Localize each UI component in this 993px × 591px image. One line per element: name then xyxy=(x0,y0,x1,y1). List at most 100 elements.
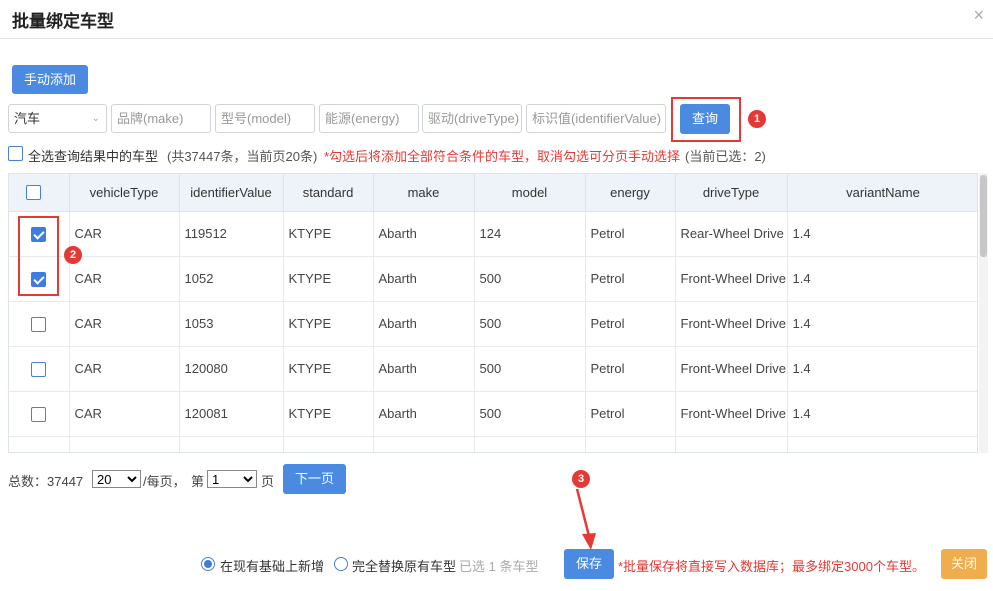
table-cell: 1.4 xyxy=(787,256,977,302)
table-cell xyxy=(179,436,284,452)
table-cell: 1.4 xyxy=(787,391,977,437)
header-cell[interactable]: standard xyxy=(283,174,374,212)
identifier-input[interactable]: 标识值(identifierValue) xyxy=(526,104,666,133)
row-checkbox[interactable] xyxy=(31,406,46,422)
table-cell: Petrol xyxy=(585,211,676,257)
pagination: 总数：37447 20 /每页， 第 1 页 xyxy=(8,463,508,494)
table-row[interactable]: CAR 120080 KTYPE Abarth 500 Petrol Front-Wheel… xyxy=(9,346,977,392)
table-cell xyxy=(373,436,475,452)
table-cell: CAR xyxy=(69,301,180,347)
table-cell: Abarth xyxy=(373,391,475,437)
header-cell[interactable]: energy xyxy=(585,174,676,212)
vehicle-table: vehicleType identifierValue standard mak… xyxy=(8,173,978,453)
chevron-down-icon: ⌄ xyxy=(91,113,100,124)
table-scrollbar[interactable] xyxy=(979,173,988,453)
table-cell: Petrol xyxy=(585,391,676,437)
table-cell: KTYPE xyxy=(283,391,374,437)
checkbox-highlight-box xyxy=(18,216,59,296)
table-cell: Front-Wheel Drive xyxy=(675,301,788,347)
select-all-checkbox[interactable] xyxy=(8,146,23,161)
table-cell: 500 xyxy=(474,256,586,302)
radio-replace[interactable] xyxy=(334,557,348,571)
table-header-row: vehicleType identifierValue standard mak… xyxy=(9,174,977,212)
scroll-thumb[interactable] xyxy=(980,175,987,257)
table-cell: Petrol xyxy=(585,301,676,347)
table-cell: CAR xyxy=(69,346,180,392)
row-checkbox[interactable] xyxy=(31,451,46,452)
radio-append[interactable] xyxy=(201,557,215,571)
row-checkbox-cell xyxy=(9,436,70,452)
table-cell: 1.4 xyxy=(787,346,977,392)
table-row[interactable]: Front-Wheel xyxy=(9,436,977,452)
table-cell: KTYPE xyxy=(283,301,374,347)
step-badge-2: 2 xyxy=(64,246,82,264)
table-cell: Petrol xyxy=(585,256,676,302)
table-cell: CAR xyxy=(69,211,180,257)
table-cell: KTYPE xyxy=(283,211,374,257)
result-summary: (共37447条，当前页20条) xyxy=(167,149,318,164)
row-checkbox[interactable] xyxy=(31,361,46,377)
arrow-line xyxy=(575,488,591,537)
table-cell: Abarth xyxy=(373,256,475,302)
header-cell[interactable]: identifierValue xyxy=(179,174,284,212)
table-row[interactable]: CAR 119512 KTYPE Abarth 124 Petrol Rear-Wheel … xyxy=(9,211,977,257)
row-checkbox[interactable] xyxy=(31,316,46,332)
page-prefix: 第 xyxy=(191,474,205,489)
table-row[interactable]: CAR 1052 KTYPE Abarth 500 Petrol Front-Wheel D… xyxy=(9,256,977,302)
table-cell: 124 xyxy=(474,211,586,257)
selected-count: (当前已选：2) xyxy=(685,149,766,164)
footer-selected-count: 已选 1 条车型 xyxy=(459,559,539,574)
table-cell: 1.4 xyxy=(787,301,977,347)
table-row[interactable]: CAR 120081 KTYPE Abarth 500 Petrol Front-Wheel… xyxy=(9,391,977,437)
header-checkbox[interactable] xyxy=(26,185,41,200)
table-cell: Front-Wheel Drive xyxy=(675,256,788,302)
select-all-label: 全选查询结果中的车型 xyxy=(28,149,159,164)
table-cell: Front-Wheel xyxy=(675,436,788,452)
table-cell: KTYPE xyxy=(283,256,374,302)
table-row[interactable]: CAR 1053 KTYPE Abarth 500 Petrol Front-Wheel D… xyxy=(9,301,977,347)
close-button[interactable]: 关闭 xyxy=(941,549,987,579)
energy-input[interactable]: 能源(energy) xyxy=(319,104,419,133)
table-cell: 120080 xyxy=(179,346,284,392)
next-page-button[interactable]: 下一页 xyxy=(283,464,346,494)
table-cell: 1053 xyxy=(179,301,284,347)
per-page-label: /每页， xyxy=(143,474,186,489)
select-all-note: *勾选后将添加全部符合条件的车型，取消勾选可分页手动选择 xyxy=(324,149,681,164)
table-cell xyxy=(787,436,977,452)
header-cell[interactable]: model xyxy=(474,174,586,212)
manual-add-button[interactable]: 手动添加 xyxy=(12,65,88,94)
page-size-select[interactable]: 20 xyxy=(92,470,141,488)
page-number-select[interactable]: 1 xyxy=(207,470,257,488)
header-cell[interactable]: driveType xyxy=(675,174,788,212)
save-warning: *批量保存将直接写入数据库；最多绑定3000个车型。 xyxy=(618,559,925,574)
row-checkbox-cell xyxy=(9,346,70,392)
page-suffix: 页 xyxy=(261,474,275,489)
select-all-row: 全选查询结果中的车型 (共37447条，当前页20条) *勾选后将添加全部符合条… xyxy=(8,146,988,164)
table-cell xyxy=(585,436,676,452)
dialog-title: 批量绑定车型 xyxy=(12,12,114,31)
step-badge-3: 3 xyxy=(572,470,590,488)
model-input[interactable]: 型号(model) xyxy=(215,104,315,133)
total-count: 总数：37447 xyxy=(8,474,84,489)
header-checkbox-cell xyxy=(9,174,70,212)
header-cell[interactable]: make xyxy=(373,174,475,212)
vehicle-type-select[interactable]: 汽车 ⌄ xyxy=(8,104,107,133)
header-cell[interactable]: variantName xyxy=(787,174,977,212)
table-cell: Front-Wheel Drive xyxy=(675,391,788,437)
table-cell: 1052 xyxy=(179,256,284,302)
table-cell xyxy=(283,436,374,452)
make-input[interactable]: 品牌(make) xyxy=(111,104,211,133)
row-checkbox-cell xyxy=(9,391,70,437)
drive-type-input[interactable]: 驱动(driveType) xyxy=(422,104,522,133)
header-cell[interactable]: vehicleType xyxy=(69,174,180,212)
arrow-head xyxy=(582,533,596,550)
table-cell: 120081 xyxy=(179,391,284,437)
query-button[interactable]: 查询 xyxy=(680,104,730,134)
radio-replace-label[interactable]: 完全替换原有车型 xyxy=(352,556,456,575)
table-cell: CAR xyxy=(69,391,180,437)
save-button[interactable]: 保存 xyxy=(564,549,614,579)
title-divider xyxy=(0,38,993,39)
table-cell: 500 xyxy=(474,391,586,437)
radio-append-label[interactable]: 在现有基础上新增 xyxy=(220,556,324,575)
close-icon[interactable]: × xyxy=(973,5,984,26)
